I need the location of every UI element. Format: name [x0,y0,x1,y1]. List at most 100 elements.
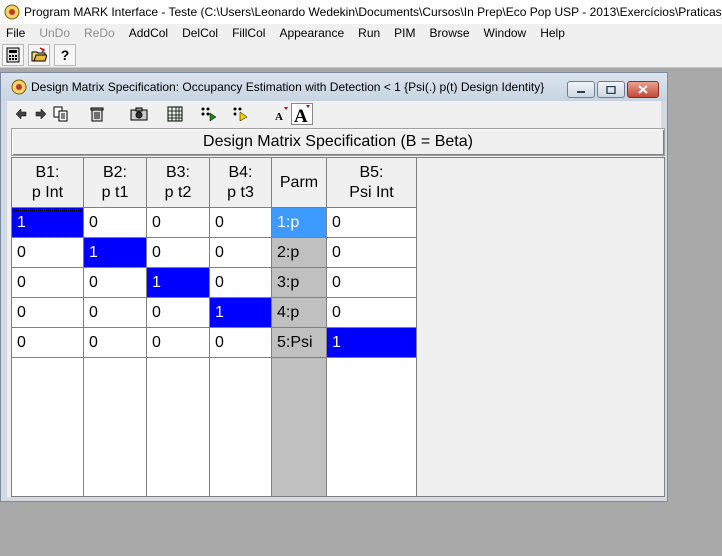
calculator-button[interactable] [2,43,24,66]
beta-column: B3: p t2 0 0 1 0 0 [147,158,210,496]
app-title-bar[interactable]: Program MARK Interface - Teste (C:\Users… [0,0,722,24]
column-header-line2: Psi Int [349,183,394,201]
menu-window[interactable]: Window [477,26,534,40]
move-right-button[interactable] [31,104,51,124]
parm-column: Parm 1:p 2:p 3:p 4:p 5:Psi [272,158,327,496]
svg-text:A: A [275,111,283,123]
column-header-line1: B1: [35,163,60,181]
matrix-cell[interactable]: 0 [210,268,271,298]
menu-browse[interactable]: Browse [423,26,477,40]
close-icon [638,85,648,94]
matrix-cell[interactable]: 0 [147,208,209,238]
trash-icon [90,107,104,122]
column-header[interactable]: B4: p t3 [210,158,271,208]
column-header-line1: B4: [228,163,253,181]
matrix-cell[interactable]: 0 [12,268,83,298]
matrix-cell[interactable]: 0 [327,208,416,238]
spreadsheet-button[interactable] [165,104,185,124]
matrix-title: Design Matrix Specification (B = Beta) [11,128,665,156]
open-folder-button[interactable] [28,43,50,66]
matrix-cell[interactable]: 0 [327,238,416,268]
font-larger-button[interactable]: A [291,103,313,125]
beta-column: B1: p Int 1 0 0 0 0 [12,158,84,496]
child-window-title: Design Matrix Specification: Occupancy E… [31,80,545,94]
column-header[interactable]: Parm [272,158,326,208]
column-header-line1: B3: [165,163,190,181]
beta-column: B4: p t3 0 0 0 1 0 [210,158,272,496]
matrix-cell[interactable]: 0 [327,268,416,298]
arrow-right-icon [35,108,47,120]
run-alt-icon [233,107,248,122]
copy-icon [53,106,68,122]
matrix-cell[interactable]: 0 [327,298,416,328]
menu-redo[interactable]: ReDo [77,26,122,40]
menu-undo[interactable]: UnDo [32,26,77,40]
matrix-cell[interactable]: 0 [12,298,83,328]
menu-fillcol[interactable]: FillCol [225,26,272,40]
font-smaller-button[interactable]: A [271,104,291,124]
matrix-cell[interactable]: 0 [84,268,146,298]
column-header[interactable]: B2: p t1 [84,158,146,208]
parm-label-cell: 4:p [272,298,326,328]
mark-app-icon [4,4,20,20]
parm-label-cell: 2:p [272,238,326,268]
help-button[interactable]: ? [54,43,76,66]
column-header-line2: p Int [31,183,64,201]
menu-delcol[interactable]: DelCol [175,26,225,40]
font-smaller-icon: A [275,107,288,123]
matrix-cell[interactable]: 1 [210,298,271,328]
matrix-cell[interactable]: 1 [84,238,146,268]
menu-bar: File UnDo ReDo AddCol DelCol FillCol App… [0,24,722,42]
matrix-cell[interactable]: 1 [327,328,416,358]
delete-button[interactable] [87,104,107,124]
matrix-cell[interactable]: 0 [84,208,146,238]
matrix-toolbar: A A [7,101,661,127]
run-model-icon [201,107,217,122]
matrix-cell[interactable]: 0 [84,298,146,328]
design-matrix-grid: B1: p Int 1 0 0 0 0 B2: p t1 0 1 0 0 0 B3: p t2 0 0 1 0 0 B4:… [11,157,665,497]
font-larger-icon: A [294,105,310,124]
close-button[interactable] [627,81,659,98]
child-window-body: A A Design Matrix Specification (B = Bet… [7,101,665,497]
main-toolbar: ? [0,42,722,68]
matrix-cell[interactable]: 0 [147,328,209,358]
matrix-cell[interactable]: 0 [147,298,209,328]
matrix-cell[interactable]: 0 [210,238,271,268]
run-model-button[interactable] [199,104,219,124]
menu-help[interactable]: Help [533,26,572,40]
minimize-button[interactable] [567,81,595,98]
matrix-cell[interactable]: 1 [147,268,209,298]
menu-pim[interactable]: PIM [387,26,422,40]
matrix-cell[interactable]: 0 [147,238,209,268]
matrix-cell[interactable]: 0 [210,208,271,238]
column-header[interactable]: B5: Psi Int [327,158,416,208]
help-icon: ? [60,46,70,63]
camera-button[interactable] [129,104,149,124]
minimize-icon [577,90,585,93]
parm-label-cell: 1:p [272,208,326,238]
matrix-cell[interactable]: 0 [12,238,83,268]
column-header-line2: p t1 [101,183,129,201]
matrix-cell[interactable]: 0 [210,328,271,358]
matrix-cell[interactable]: 1 [12,208,83,238]
menu-file[interactable]: File [0,26,32,40]
column-header-line2: p t3 [227,183,254,201]
run-alt-button[interactable] [231,104,251,124]
parm-label-cell: 3:p [272,268,326,298]
column-header[interactable]: B1: p Int [12,158,83,208]
column-header[interactable]: B3: p t2 [147,158,209,208]
child-title-bar[interactable]: Design Matrix Specification: Occupancy E… [1,73,667,101]
column-header-line1: Parm [279,173,319,191]
copy-button[interactable] [51,104,71,124]
camera-icon [130,107,148,121]
menu-appearance[interactable]: Appearance [272,26,351,40]
matrix-cell[interactable]: 0 [84,328,146,358]
maximize-button[interactable] [597,81,625,98]
beta-column: B5: Psi Int 0 0 0 0 1 [327,158,417,496]
move-left-button[interactable] [11,104,31,124]
menu-run[interactable]: Run [351,26,387,40]
grid-empty-area [417,158,664,496]
menu-addcol[interactable]: AddCol [122,26,175,40]
matrix-cell[interactable]: 0 [12,328,83,358]
column-header-line1: B2: [102,163,127,181]
